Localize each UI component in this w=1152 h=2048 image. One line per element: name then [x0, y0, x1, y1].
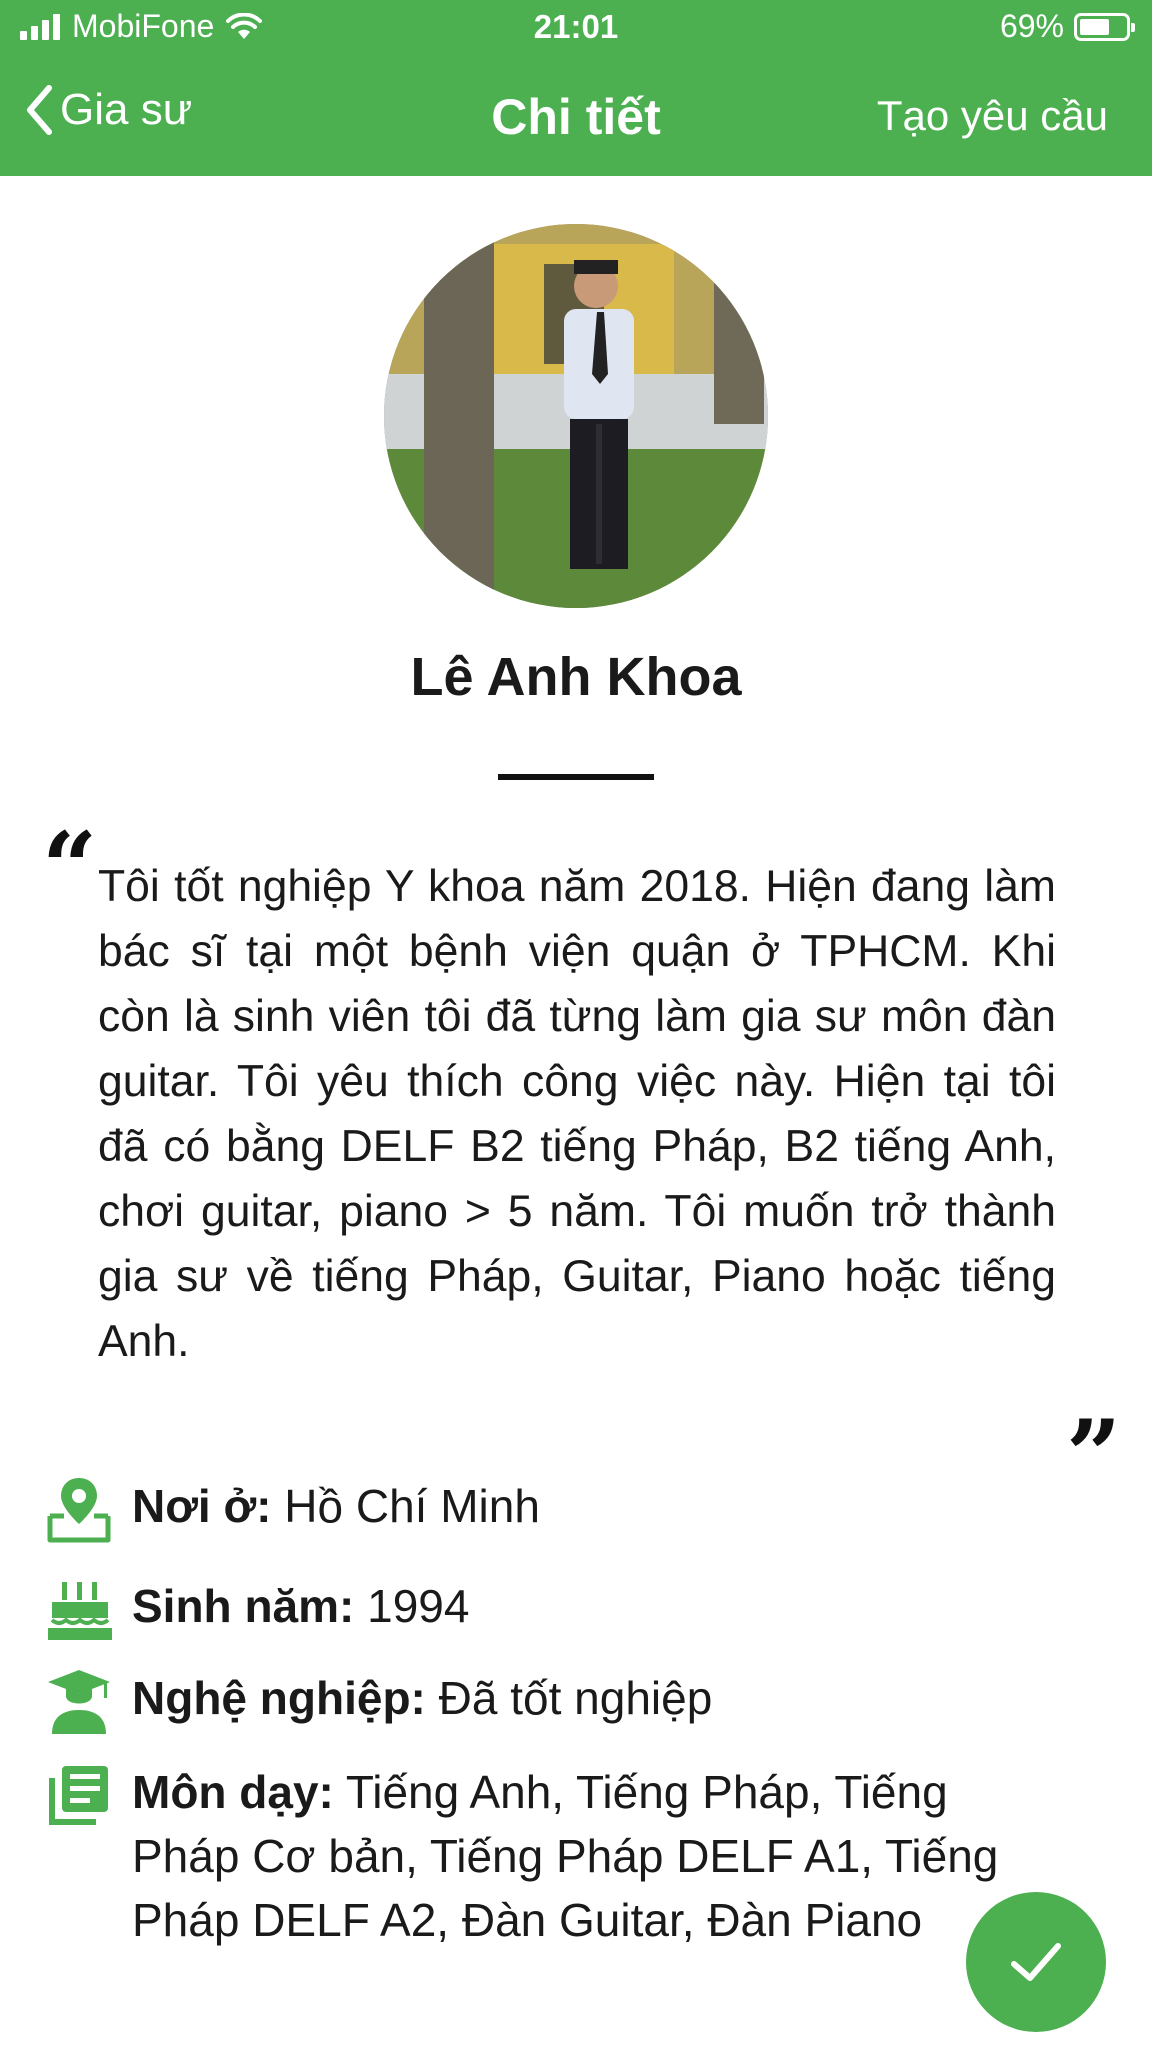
location-pin-icon — [47, 1478, 111, 1543]
info-row-subjects: Môn dạy: Tiếng Anh, Tiếng Pháp, Tiếng Ph… — [44, 1760, 1124, 1952]
info-text: Sinh năm: 1994 — [132, 1574, 469, 1638]
info-row-occupation: Nghệ nghiệp: Đã tốt nghiệp — [44, 1666, 1124, 1736]
status-right: 69% — [999, 8, 1135, 45]
avatar-photo — [384, 224, 768, 608]
battery-icon — [1074, 12, 1135, 41]
info-label: Môn dạy: — [132, 1766, 334, 1818]
info-value: 1994 — [367, 1580, 470, 1632]
subjects-list-icon — [49, 1766, 108, 1825]
info-value: Hồ Chí Minh — [284, 1480, 540, 1532]
checkmark-icon — [1011, 1943, 1061, 1981]
graduate-icon — [48, 1670, 110, 1734]
info-value: Đã tốt nghiệp — [438, 1672, 713, 1724]
battery-percent: 69% — [999, 8, 1064, 44]
info-label: Nơi ở: — [132, 1480, 272, 1532]
navigation-bar: Gia sư Chi tiết Tạo yêu cầu — [0, 74, 1152, 160]
avatar — [384, 224, 768, 608]
info-text: Nghệ nghiệp: Đã tốt nghiệp — [132, 1666, 712, 1730]
header: MobiFone 21:01 69% Gia sư Chi tiết Tạo y… — [0, 0, 1152, 176]
birthday-cake-icon — [48, 1582, 112, 1640]
divider — [498, 774, 654, 780]
info-row-residence: Nơi ở: Hồ Chí Minh — [44, 1474, 1124, 1544]
info-row-birth-year: Sinh năm: 1994 — [44, 1574, 1124, 1644]
tutor-name: Lê Anh Khoa — [410, 647, 742, 707]
info-text: Môn dạy: Tiếng Anh, Tiếng Pháp, Tiếng Ph… — [132, 1760, 1032, 1952]
quote-open-icon: “ — [42, 811, 98, 924]
info-label: Nghệ nghiệp: — [132, 1672, 426, 1724]
info-label: Sinh năm: — [132, 1580, 355, 1632]
confirm-fab-button[interactable] — [966, 1892, 1106, 2032]
bio-text: Tôi tốt nghiệp Y khoa năm 2018. Hiện đan… — [98, 862, 1056, 1366]
status-time: 21:01 — [533, 8, 619, 45]
back-label: Gia sư — [60, 85, 193, 134]
chevron-left-icon — [27, 85, 52, 135]
create-request-button[interactable]: Tạo yêu cầu — [877, 92, 1108, 140]
status-bar: MobiFone 21:01 69% — [0, 0, 1152, 58]
back-button[interactable]: Gia sư — [24, 84, 192, 136]
info-text: Nơi ở: Hồ Chí Minh — [132, 1474, 540, 1538]
